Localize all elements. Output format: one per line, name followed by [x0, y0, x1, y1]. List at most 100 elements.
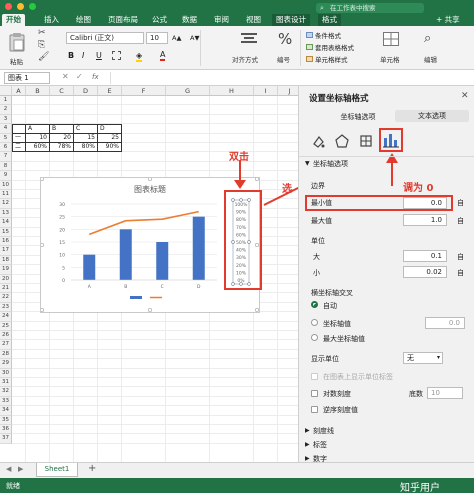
table-cell[interactable]: 80% [73, 142, 98, 153]
table-cell[interactable]: 90% [97, 142, 122, 153]
font-name-select[interactable]: Calibri (正文) [66, 32, 144, 44]
row-header[interactable]: 26 [0, 331, 12, 341]
formula-input[interactable] [110, 72, 470, 84]
tab-text-options[interactable]: 文本选项 [395, 110, 469, 122]
minor-reset-label[interactable]: 自 [457, 268, 464, 278]
log-base-input[interactable]: 10 [427, 387, 463, 399]
tab-home[interactable]: 开始 [2, 14, 25, 26]
row-header[interactable]: 12 [0, 199, 12, 209]
sheet-tab-sheet1[interactable]: Sheet1 [36, 463, 78, 477]
cell-style-button[interactable]: 单元格样式 [306, 54, 348, 64]
column-header[interactable]: H [210, 86, 254, 96]
reverse-checkbox[interactable] [311, 406, 318, 413]
max-bound-input[interactable]: 1.0 [403, 214, 447, 226]
row-header[interactable]: 35 [0, 415, 12, 425]
cancel-icon[interactable]: ✕ [62, 72, 69, 81]
alignment-button[interactable]: 对齐方式 [232, 30, 266, 66]
column-header[interactable]: B [26, 86, 50, 96]
cut-icon[interactable]: ✂ [38, 28, 46, 38]
font-grow-button[interactable]: A▲ [172, 34, 181, 42]
minor-unit-input[interactable]: 0.02 [403, 266, 447, 278]
minimize-window-icon[interactable] [17, 3, 25, 10]
close-window-icon[interactable] [5, 3, 12, 10]
row-header[interactable]: 21 [0, 284, 12, 294]
row-header[interactable]: 15 [0, 227, 12, 237]
row-header[interactable]: 16 [0, 237, 12, 247]
tab-review[interactable]: 审阅 [210, 14, 233, 26]
next-sheet-icon[interactable]: ▶ [18, 465, 23, 473]
row-header[interactable]: 6 [0, 143, 12, 153]
row-header[interactable]: 23 [0, 302, 12, 313]
bold-button[interactable]: B [68, 51, 74, 60]
paste-button[interactable]: 粘贴 [6, 30, 28, 66]
number-expand-icon[interactable]: ▶ [305, 455, 310, 462]
show-units-checkbox[interactable] [311, 373, 318, 380]
section-labels[interactable]: 标签 [313, 440, 327, 450]
row-header[interactable]: 37 [0, 434, 12, 444]
min-bound-input[interactable]: 0.0 [403, 197, 447, 209]
row-header[interactable]: 13 [0, 208, 12, 219]
copy-icon[interactable]: ⎘ [38, 40, 45, 50]
effects-icon[interactable] [335, 134, 349, 148]
row-header[interactable]: 19 [0, 265, 12, 275]
tab-insert[interactable]: 插入 [40, 14, 63, 26]
italic-button[interactable]: I [82, 51, 84, 60]
row-header[interactable]: 14 [0, 218, 12, 228]
close-pane-icon[interactable]: ✕ [461, 91, 469, 101]
row-header[interactable]: 29 [0, 359, 12, 369]
row-header[interactable]: 25 [0, 321, 12, 331]
row-header[interactable]: 24 [0, 312, 12, 322]
display-units-select[interactable]: 无 ▾ [403, 352, 443, 364]
search-box[interactable]: ⌕ 在工作表中搜索 [316, 3, 424, 13]
row-header[interactable]: 2 [0, 105, 12, 115]
tab-view[interactable]: 视图 [242, 14, 265, 26]
name-box[interactable]: 图表 1 [4, 72, 50, 84]
row-header[interactable]: 22 [0, 293, 12, 303]
row-header[interactable]: 7 [0, 152, 12, 162]
select-all-corner[interactable] [0, 86, 12, 96]
size-properties-icon[interactable] [359, 134, 373, 148]
tab-formulas[interactable]: 公式 [148, 14, 171, 26]
column-header[interactable]: F [122, 86, 166, 96]
font-shrink-button[interactable]: A▼ [190, 34, 199, 42]
row-header[interactable]: 1 [0, 96, 12, 106]
row-header[interactable]: 17 [0, 246, 12, 256]
table-cell[interactable]: 二 [12, 142, 26, 153]
row-header[interactable]: 30 [0, 368, 12, 378]
row-header[interactable]: 27 [0, 340, 12, 350]
row-header[interactable]: 31 [0, 378, 12, 388]
major-unit-input[interactable]: 0.1 [403, 250, 447, 262]
fx-button[interactable]: fx [92, 73, 99, 81]
font-size-select[interactable]: 10 [146, 32, 168, 44]
zoom-window-icon[interactable] [29, 3, 37, 10]
row-header[interactable]: 34 [0, 406, 12, 416]
row-header[interactable]: 3 [0, 114, 12, 125]
column-header[interactable]: J [278, 86, 298, 96]
row-header[interactable]: 32 [0, 387, 12, 397]
editing-button[interactable]: ⌕ 编辑 [418, 30, 444, 66]
section-tick-marks[interactable]: 刻度线 [313, 426, 334, 436]
table-cell[interactable]: 60% [25, 142, 50, 153]
prev-sheet-icon[interactable]: ◀ [6, 465, 11, 473]
row-header[interactable]: 28 [0, 349, 12, 360]
cross-max-radio[interactable] [311, 334, 318, 341]
fill-line-icon[interactable] [311, 134, 325, 148]
tick-marks-expand-icon[interactable]: ▶ [305, 427, 310, 434]
column-header[interactable]: G [166, 86, 210, 96]
cross-auto-radio[interactable] [311, 301, 318, 308]
row-header[interactable]: 9 [0, 171, 12, 181]
column-header[interactable]: I [254, 86, 278, 96]
column-header[interactable]: D [74, 86, 98, 96]
tab-data[interactable]: 数据 [178, 14, 201, 26]
cross-value-radio[interactable] [311, 319, 318, 326]
row-header[interactable]: 20 [0, 274, 12, 284]
cells-button[interactable]: 单元格 [378, 30, 404, 66]
axis-options-icon[interactable] [383, 132, 399, 148]
tab-axis-options[interactable]: 坐标轴选项 [323, 112, 393, 122]
row-header[interactable]: 18 [0, 255, 12, 266]
enter-icon[interactable]: ✓ [76, 72, 83, 81]
column-header[interactable]: C [50, 86, 74, 96]
border-icon[interactable] [112, 51, 121, 60]
column-header[interactable]: E [98, 86, 122, 96]
row-header[interactable]: 33 [0, 396, 12, 407]
